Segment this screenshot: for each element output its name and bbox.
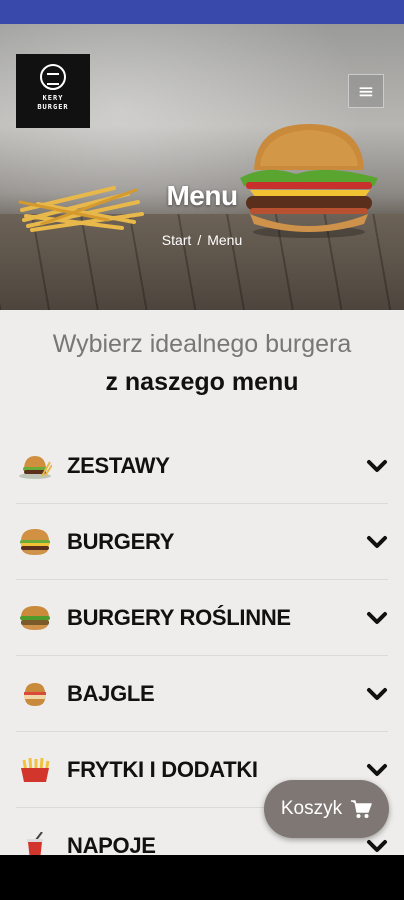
hero-banner: KERY BURGER ≡ Menu Start / Menu	[0, 24, 404, 314]
breadcrumb-current: Menu	[207, 232, 243, 248]
burger-logo-icon	[40, 64, 66, 90]
page-title: Menu	[166, 180, 238, 211]
vege-burger-icon	[20, 606, 50, 630]
category-label: NAPOJE	[67, 833, 156, 855]
category-label: BURGERY ROŚLINNE	[67, 605, 291, 630]
breadcrumb-start-link[interactable]: Start	[162, 232, 192, 248]
bagel-icon	[24, 683, 46, 706]
section-title: z naszego menu	[105, 368, 299, 396]
menu-section: Wybierz idealnego burgera z naszego menu…	[0, 310, 404, 855]
category-burgery[interactable]: BURGERY	[16, 504, 388, 580]
brand-logo[interactable]: KERY BURGER	[16, 54, 90, 128]
cart-button[interactable]: Koszyk	[264, 780, 389, 838]
cart-icon	[351, 800, 372, 818]
breadcrumb: Start / Menu	[0, 232, 404, 248]
fries-icon	[21, 757, 50, 782]
category-label: BAJGLE	[67, 681, 155, 706]
logo-text: KERY BURGER	[37, 94, 69, 111]
breadcrumb-separator: /	[197, 232, 202, 248]
chevron-down-icon[interactable]	[366, 836, 388, 855]
chevron-down-icon[interactable]	[366, 684, 388, 704]
burger-icon	[20, 529, 50, 555]
category-zestawy[interactable]: ZESTAWY	[16, 428, 388, 504]
cart-label: Koszyk	[280, 798, 343, 819]
chevron-down-icon[interactable]	[366, 456, 388, 476]
category-label: ZESTAWY	[67, 453, 170, 478]
menu-icon: ≡	[357, 79, 375, 103]
section-subtitle: Wybierz idealnego burgera	[52, 330, 352, 358]
category-label: FRYTKI I DODATKI	[67, 757, 258, 782]
drink-icon	[27, 832, 43, 855]
hamburger-menu-button[interactable]: ≡	[348, 74, 384, 108]
burger-set-icon	[19, 456, 52, 479]
chevron-down-icon[interactable]	[366, 532, 388, 552]
chevron-down-icon[interactable]	[366, 760, 388, 780]
chevron-down-icon[interactable]	[366, 608, 388, 628]
category-bajgle[interactable]: BAJGLE	[16, 656, 388, 732]
navigation-bar	[0, 855, 404, 900]
category-label: BURGERY	[67, 529, 175, 554]
category-burgery-roslinne[interactable]: BURGERY ROŚLINNE	[16, 580, 388, 656]
status-bar	[0, 0, 404, 24]
